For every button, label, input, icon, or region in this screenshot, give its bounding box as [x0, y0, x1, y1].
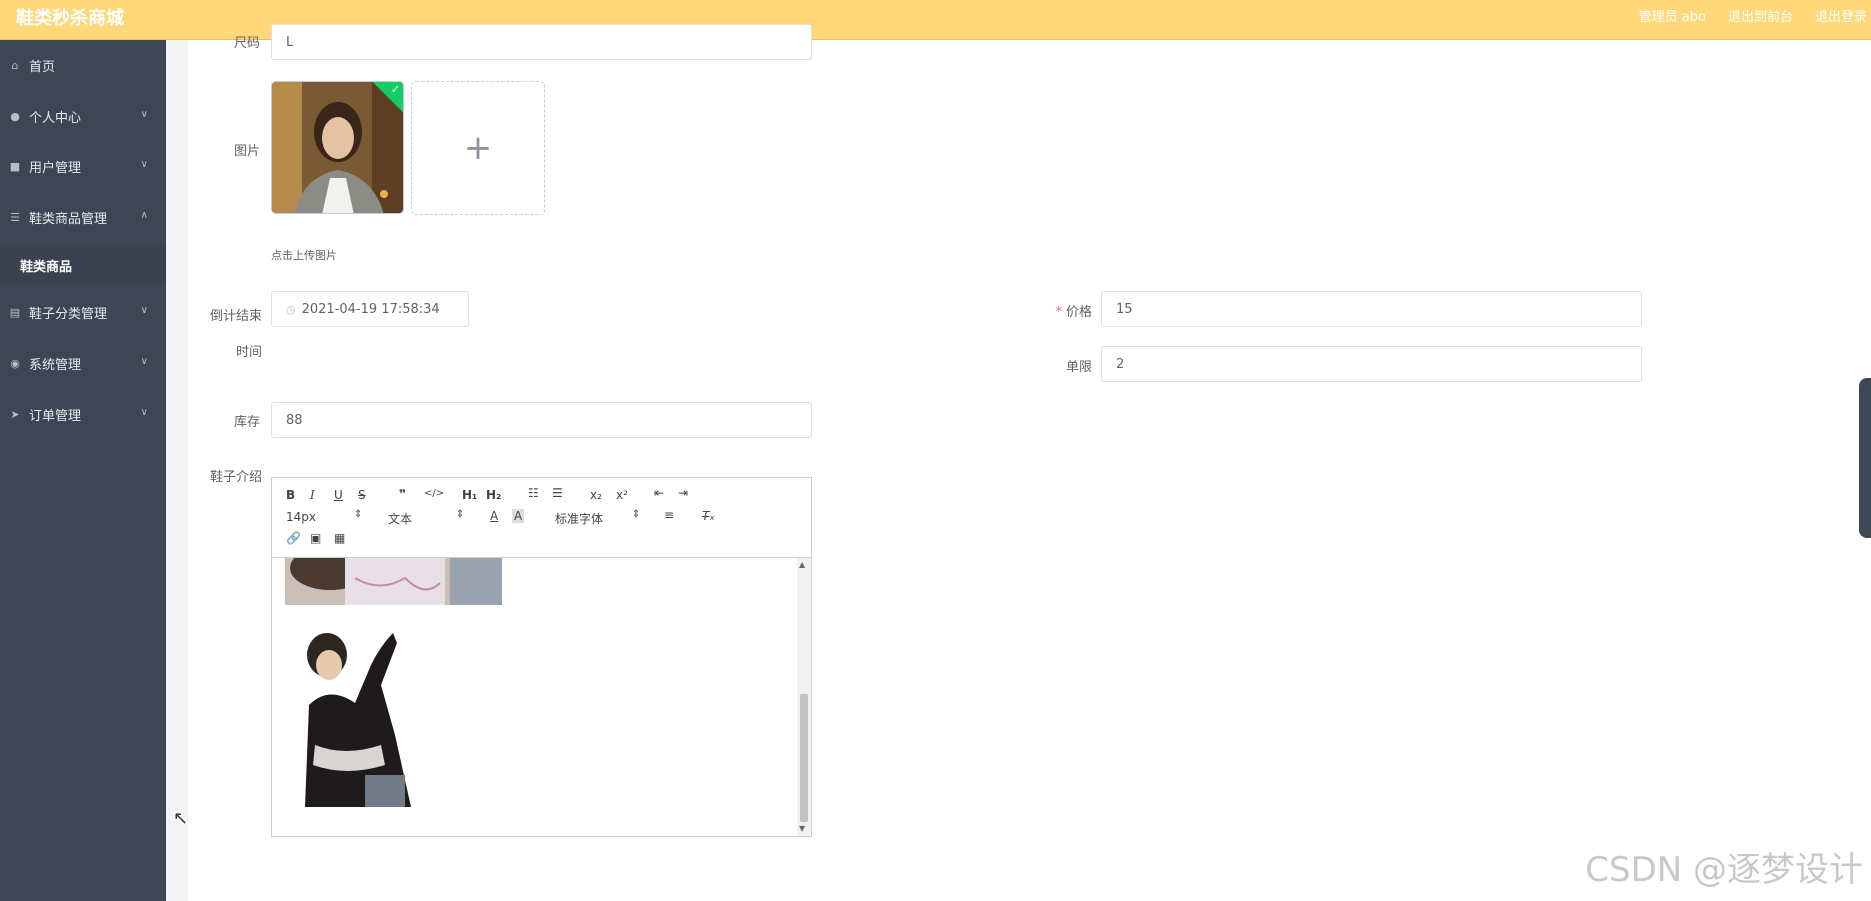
indent-icon[interactable]: ⇥ — [678, 486, 688, 500]
top-nav: 管理员 abo 退出到前台 退出登录 — [1639, 6, 1867, 25]
font-size-select[interactable]: 14px — [286, 510, 316, 524]
select-arrows-icon: ⇕ — [456, 509, 465, 520]
countdown-value: 2021-04-19 17:58:34 — [301, 301, 440, 317]
chevron-down-icon: ∨ — [140, 305, 148, 316]
link-icon[interactable]: 🔗 — [286, 531, 301, 545]
sidebar-item-label: 系统管理 — [29, 357, 82, 373]
chevron-down-icon: ∨ — [140, 159, 148, 170]
bullet-list-icon[interactable]: ☰ — [552, 486, 563, 500]
clock-icon: ◷ — [286, 302, 296, 316]
price-label: * 价格 — [1055, 305, 1092, 320]
logout-link[interactable]: 退出登录 — [1815, 6, 1867, 25]
code-icon[interactable]: </> — [424, 488, 444, 499]
size-input[interactable]: L — [271, 24, 812, 60]
italic-icon[interactable]: I — [310, 488, 315, 502]
stock-label: 库存 — [233, 415, 260, 430]
chevron-down-icon: ∨ — [140, 356, 148, 367]
chevron-down-icon: ∨ — [140, 109, 148, 120]
admin-user[interactable]: 管理员 abo — [1639, 6, 1706, 25]
background-color-icon[interactable]: A — [512, 509, 525, 523]
limit-value: 2 — [1116, 356, 1125, 372]
clear-format-icon[interactable]: T̶ₓ — [702, 509, 715, 523]
sidebar-item-profile[interactable]: ● 个人中心 ∨ — [0, 96, 166, 136]
list-icon: ☰ — [10, 210, 20, 224]
sidebar-item-label: 首页 — [29, 59, 56, 75]
user-icon: ● — [10, 109, 20, 123]
sidebar-item-shoes[interactable]: ☰ 鞋类商品管理 ∧ — [0, 197, 166, 237]
uploaded-image[interactable]: ✓ — [271, 81, 404, 214]
ordered-list-icon[interactable]: ☷ — [528, 486, 539, 500]
outdent-icon[interactable]: ⇤ — [654, 486, 664, 500]
sidebar: ⌂ 首页 ● 个人中心 ∨ ■ 用户管理 ∨ ☰ 鞋类商品管理 ∧ 鞋类商品 ▤… — [0, 40, 166, 901]
go-front-link[interactable]: 退出到前台 — [1728, 6, 1793, 25]
required-mark: * — [1055, 305, 1062, 320]
heading1-icon[interactable]: H₁ — [462, 488, 477, 502]
chevron-up-icon: ∧ — [140, 210, 148, 221]
underline-icon[interactable]: U — [334, 488, 343, 502]
heading2-icon[interactable]: H₂ — [486, 488, 501, 502]
editor-toolbar: B I U S ❞ </> H₁ H₂ ☷ ☰ x₂ x² ⇤ ⇥ 14px ⇕… — [272, 478, 811, 558]
image-icon[interactable]: ▣ — [310, 531, 321, 545]
size-label: 尺码 — [233, 36, 260, 51]
stock-value: 88 — [286, 412, 303, 428]
block-type-select[interactable]: 文本 — [388, 510, 412, 527]
select-arrows-icon: ⇕ — [632, 509, 641, 520]
countdown-datetime-input[interactable]: ◷ 2021-04-19 17:58:34 — [271, 291, 469, 327]
content-image-1 — [285, 558, 502, 605]
limit-input[interactable]: 2 — [1101, 346, 1642, 382]
size-value: L — [286, 34, 294, 50]
sidebar-item-label: 鞋子分类管理 — [29, 306, 108, 322]
font-color-icon[interactable]: A — [490, 509, 498, 523]
sidebar-item-orders[interactable]: ➤ 订单管理 ∨ — [0, 394, 166, 434]
floating-side-tab[interactable] — [1859, 378, 1871, 538]
sidebar-item-users[interactable]: ■ 用户管理 ∨ — [0, 146, 166, 186]
price-input[interactable]: 15 — [1101, 291, 1642, 327]
countdown-label: 倒计结束时间 — [209, 309, 262, 360]
blockquote-icon[interactable]: ❞ — [399, 487, 406, 501]
sidebar-item-label: 个人中心 — [29, 110, 82, 126]
stock-input[interactable]: 88 — [271, 402, 812, 438]
limit-label: 单限 — [1065, 360, 1092, 375]
content-image-2 — [285, 625, 421, 807]
rich-text-editor[interactable]: B I U S ❞ </> H₁ H₂ ☷ ☰ x₂ x² ⇤ ⇥ 14px ⇕… — [271, 477, 812, 837]
select-arrows-icon: ⇕ — [354, 509, 363, 520]
category-icon: ▤ — [9, 305, 21, 319]
intro-label: 鞋子介绍 — [209, 470, 262, 485]
price-value: 15 — [1116, 301, 1133, 317]
superscript-icon[interactable]: x² — [616, 488, 628, 502]
check-icon: ✓ — [390, 83, 400, 96]
home-icon: ⌂ — [11, 58, 19, 72]
image-label: 图片 — [233, 144, 260, 159]
sidebar-item-system[interactable]: ◉ 系统管理 ∨ — [0, 343, 166, 383]
sidebar-item-category[interactable]: ▤ 鞋子分类管理 ∨ — [0, 292, 166, 332]
app-title: 鞋类秒杀商城 — [16, 8, 124, 29]
font-family-select[interactable]: 标准字体 — [555, 510, 603, 527]
sidebar-subitem-shoes[interactable]: 鞋类商品 — [0, 245, 166, 285]
subscript-icon[interactable]: x₂ — [590, 488, 602, 502]
sidebar-item-label: 用户管理 — [29, 160, 82, 176]
settings-icon: ◉ — [10, 356, 20, 370]
portrait-image — [272, 82, 403, 213]
users-icon: ■ — [9, 159, 21, 173]
scroll-down-icon[interactable]: ▼ — [799, 824, 805, 833]
bold-icon[interactable]: B — [286, 488, 295, 502]
strikethrough-icon[interactable]: S — [358, 488, 366, 502]
send-icon: ➤ — [10, 407, 20, 421]
plus-icon: + — [463, 128, 493, 168]
align-icon[interactable]: ≡ — [664, 508, 674, 522]
scrollbar-thumb[interactable] — [800, 694, 808, 822]
chevron-down-icon: ∨ — [140, 407, 148, 418]
sidebar-item-label: 鞋类商品管理 — [29, 211, 108, 227]
upload-hint: 点击上传图片 — [271, 249, 337, 262]
editor-content[interactable]: ▲ ▼ — [272, 558, 811, 836]
watermark: CSDN @逐梦设计 — [1585, 850, 1863, 890]
sidebar-item-label: 订单管理 — [29, 408, 82, 424]
scroll-up-icon[interactable]: ▲ — [799, 560, 805, 569]
mouse-cursor-icon: ↖ — [173, 808, 189, 829]
add-image-button[interactable]: + — [411, 81, 545, 215]
sidebar-item-home[interactable]: ⌂ 首页 — [0, 45, 166, 85]
video-icon[interactable]: ▦ — [334, 531, 345, 545]
editor-scrollbar[interactable]: ▲ ▼ — [797, 558, 811, 836]
